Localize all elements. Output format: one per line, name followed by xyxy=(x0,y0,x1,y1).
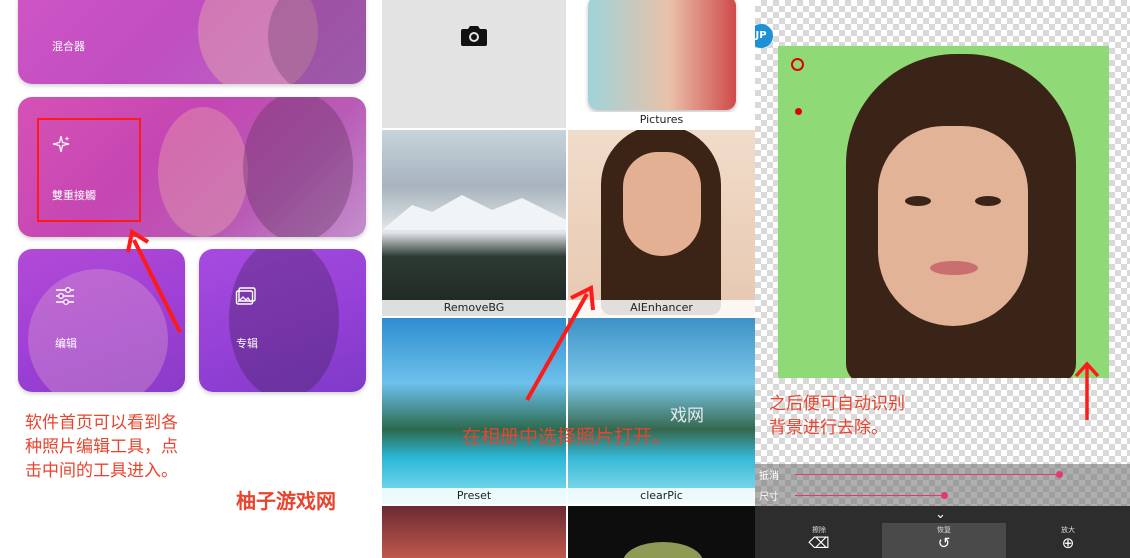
note-line: 背景进行去除。 xyxy=(769,418,888,438)
camera-icon xyxy=(461,26,487,46)
album-card[interactable]: 专辑 xyxy=(199,249,366,392)
mouth-shape xyxy=(930,261,978,275)
zoom-tool-button[interactable]: 放大 ⊕ xyxy=(1006,523,1130,558)
face-shape xyxy=(878,126,1028,326)
photo-overlay xyxy=(268,0,366,84)
tutorial-note: 软件首页可以看到各 种照片编辑工具，点 击中间的工具进入。 xyxy=(25,411,178,483)
subject-photo xyxy=(778,46,1109,378)
restore-tool-button[interactable]: 恢复 ↺ xyxy=(882,523,1006,558)
folder-thumbnail xyxy=(588,0,736,110)
bottom-toolbar: ⌄ 擦除 ⌫ 恢复 ↺ 放大 ⊕ xyxy=(755,506,1130,558)
note-line: 击中间的工具进入。 xyxy=(25,461,178,481)
tutorial-note: 之后便可自动识别 背景进行去除。 xyxy=(769,392,905,440)
watermark-text: 戏网 xyxy=(670,406,704,426)
site-watermark: 柚子游戏网 xyxy=(236,489,336,513)
folder-label: Pictures xyxy=(568,112,755,128)
folder-tile-partial[interactable] xyxy=(568,506,755,558)
thumbnail-shape xyxy=(623,542,703,558)
slider-thumb[interactable] xyxy=(941,492,948,499)
slider-track[interactable] xyxy=(795,495,944,496)
face-shape xyxy=(623,152,701,256)
offset-slider[interactable]: 抵消 xyxy=(759,464,1130,484)
slider-label: 尺寸 xyxy=(759,492,779,503)
eraser-icon: ⌫ xyxy=(808,534,830,552)
folder-tile-pictures[interactable]: Pictures xyxy=(568,0,755,128)
chevron-down-icon[interactable]: ⌄ xyxy=(935,507,946,522)
photo-picker-panel: Pictures RemoveBG AIEnhancer Preset 戏网 c… xyxy=(382,0,755,558)
sliders-icon xyxy=(56,287,74,305)
mountain-shape xyxy=(382,195,566,230)
eye-shape xyxy=(975,196,1001,206)
eye-shape xyxy=(905,196,931,206)
zoom-in-icon: ⊕ xyxy=(1061,534,1075,552)
album-label: 专辑 xyxy=(236,337,258,350)
annotation-arrow xyxy=(525,284,595,401)
note-line: 种照片编辑工具，点 xyxy=(25,437,178,457)
app-badge-icon: JP xyxy=(755,24,773,48)
note-line: 软件首页可以看到各 xyxy=(25,413,178,433)
blend-label: 混合器 xyxy=(52,40,85,53)
camera-tile[interactable] xyxy=(382,0,566,128)
app-home-panel: 混合器 雙重接觸 编辑 专辑 软件首页可以看到各 种照片编辑工具，点 击中间的工… xyxy=(0,0,382,558)
photo-overlay xyxy=(243,97,353,237)
edit-label: 编辑 xyxy=(55,337,77,350)
slider-thumb[interactable] xyxy=(1056,471,1063,478)
folder-label: Preset xyxy=(382,488,566,504)
slider-label: 抵消 xyxy=(759,471,779,482)
note-line: 之后便可自动识别 xyxy=(769,394,905,414)
brush-cursor[interactable] xyxy=(795,108,802,115)
photo-overlay xyxy=(229,249,339,392)
annotation-arrow xyxy=(126,228,182,333)
erase-tool-button[interactable]: 擦除 ⌫ xyxy=(757,523,881,558)
tutorial-note: 在相册中选择照片打开。 xyxy=(462,426,672,448)
folder-label: clearPic xyxy=(568,488,755,504)
restore-icon: ↺ xyxy=(937,534,951,552)
folder-tile-partial[interactable] xyxy=(382,506,566,558)
brush-size-indicator xyxy=(791,58,804,71)
blend-card[interactable]: 混合器 xyxy=(18,0,366,84)
size-slider[interactable]: 尺寸 xyxy=(759,485,1130,505)
photo-overlay xyxy=(158,107,248,237)
adjust-sliders: 抵消 尺寸 xyxy=(755,464,1130,506)
screenshot-collage: 混合器 雙重接觸 编辑 专辑 软件首页可以看到各 种照片编辑工具，点 击中间的工… xyxy=(0,0,1130,558)
gallery-icon xyxy=(235,287,256,305)
highlight-box xyxy=(37,118,141,222)
annotation-arrow xyxy=(1074,361,1100,420)
slider-track[interactable] xyxy=(795,474,1059,475)
